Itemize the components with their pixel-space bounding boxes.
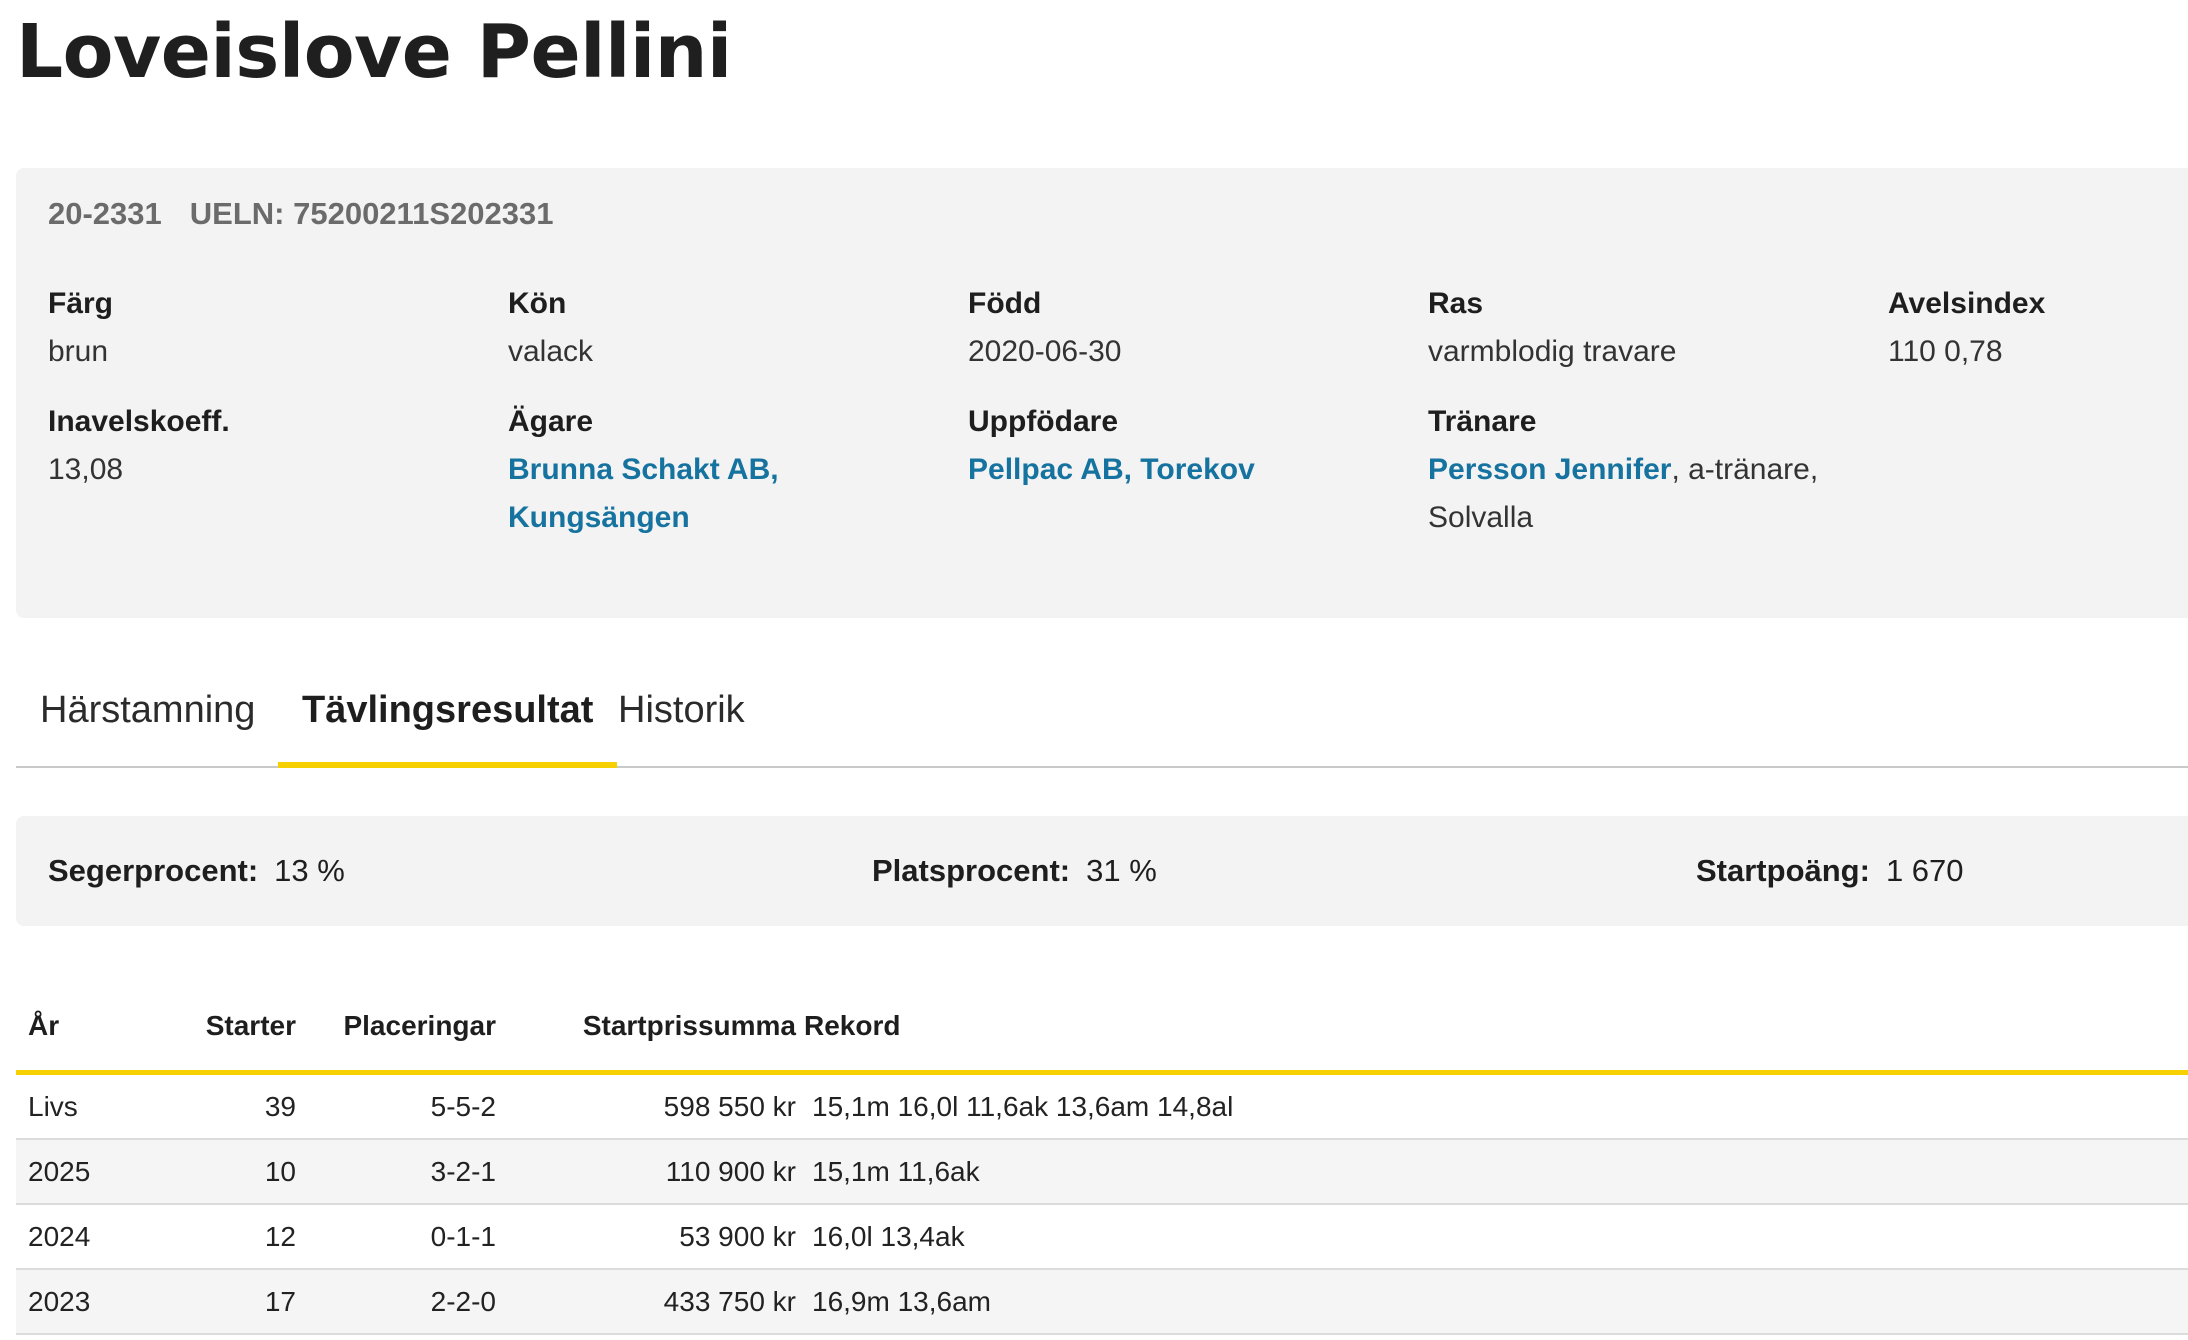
- trainer-link[interactable]: Persson Jennifer: [1428, 453, 1671, 486]
- header-places[interactable]: Placeringar: [316, 998, 496, 1054]
- field-value: brun: [48, 335, 109, 368]
- header-year[interactable]: År: [28, 998, 59, 1054]
- stat-value: 1 670: [1885, 853, 1964, 888]
- cell-prize: 598 550 kr: [663, 1091, 796, 1122]
- table-row: 2023 17 2-2-0 433 750 kr 16,9m 13,6am: [16, 1270, 2188, 1335]
- stat-label: Platsprocent:: [872, 853, 1071, 888]
- owner-name-link[interactable]: Brunna Schakt AB,: [508, 453, 779, 486]
- field-value: valack: [508, 335, 594, 368]
- cell-year: 2025: [28, 1156, 91, 1187]
- cell-record: 15,1m 11,6ak: [812, 1156, 980, 1187]
- cell-record: 16,9m 13,6am: [812, 1286, 991, 1317]
- field-value: varmblodig travare: [1428, 335, 1677, 368]
- cell-starts: 17: [264, 1286, 296, 1317]
- cell-prize: 110 900 kr: [665, 1156, 796, 1187]
- trainer-location: Solvalla: [1428, 501, 1534, 534]
- field-tranare: Tränare Persson Jennifer, a-tränare, Sol…: [1428, 398, 1848, 542]
- field-value: 110 0,78: [1888, 335, 2003, 368]
- cell-record: 16,0l 13,4ak: [812, 1221, 965, 1252]
- stat-label: Segerprocent:: [48, 853, 259, 888]
- field-label: Färg: [48, 287, 114, 320]
- results-tabs: Härstamning Tävlingsresultat Historik: [16, 672, 2188, 768]
- cell-places: 2-2-0: [430, 1286, 496, 1317]
- cell-starts: 12: [264, 1221, 296, 1252]
- ueln-number: UELN: 75200211S202331: [189, 196, 554, 231]
- tab-harstamning[interactable]: Härstamning: [16, 672, 279, 764]
- cell-year: 2023: [28, 1286, 91, 1317]
- trainer-role: , a-tränare,: [1671, 453, 1819, 486]
- table-header: År Starter Placeringar Startprissumma Re…: [16, 998, 2188, 1075]
- horse-ids: 20-2331 UELN: 75200211S202331: [48, 196, 553, 232]
- tab-tavlingsresultat[interactable]: Tävlingsresultat: [278, 672, 618, 768]
- cell-prize: 53 900 kr: [679, 1221, 796, 1252]
- field-label: Tränare: [1428, 405, 1537, 438]
- tab-historik[interactable]: Historik: [594, 672, 769, 764]
- cell-year: 2024: [28, 1221, 91, 1252]
- field-label: Inavelskoeff.: [48, 405, 230, 438]
- owner-location-link[interactable]: Kungsängen: [508, 501, 690, 534]
- field-fodd: Född 2020-06-30: [968, 280, 1388, 376]
- stats-summary-card: Segerprocent: 13 % Platsprocent: 31 % Star…: [16, 816, 2188, 926]
- stat-platsprocent: Platsprocent: 31 %: [872, 816, 1157, 926]
- cell-year: Livs: [28, 1091, 78, 1122]
- cell-starts: 10: [264, 1156, 296, 1187]
- owner-link[interactable]: Brunna Schakt AB, Kungsängen: [508, 446, 928, 542]
- table-row: Livs 39 5-5-2 598 550 kr 15,1m 16,0l 11,…: [16, 1075, 2188, 1140]
- registration-number: 20-2331: [48, 196, 162, 231]
- cell-places: 3-2-1: [430, 1156, 496, 1187]
- results-table: År Starter Placeringar Startprissumma Re…: [16, 998, 2188, 1335]
- horse-info-card: 20-2331 UELN: 75200211S202331 Färg brun K…: [16, 168, 2188, 618]
- breeder-link[interactable]: Pellpac AB, Torekov: [968, 453, 1255, 486]
- field-uppfodare: Uppfödare Pellpac AB, Torekov: [968, 398, 1388, 494]
- field-label: Kön: [508, 287, 567, 320]
- cell-record: 15,1m 16,0l 11,6ak 13,6am 14,8al: [812, 1091, 1234, 1122]
- field-farg: Färg brun: [48, 280, 468, 376]
- field-label: Född: [968, 287, 1042, 320]
- stat-label: Startpoäng:: [1696, 853, 1870, 888]
- field-label: Ras: [1428, 287, 1484, 320]
- field-label: Avelsindex: [1888, 287, 2046, 320]
- cell-places: 5-5-2: [430, 1091, 496, 1122]
- stat-value: 31 %: [1086, 853, 1157, 888]
- cell-prize: 433 750 kr: [663, 1286, 796, 1317]
- field-kon: Kön valack: [508, 280, 928, 376]
- stat-segerprocent: Segerprocent: 13 %: [48, 816, 345, 926]
- table-row: 2024 12 0-1-1 53 900 kr 16,0l 13,4ak: [16, 1205, 2188, 1270]
- field-value: 13,08: [48, 453, 124, 486]
- horse-name-title: Loveislove Pellini: [16, 9, 732, 95]
- field-avelsindex: Avelsindex 110 0,78: [1888, 280, 2188, 376]
- stat-startpoang: Startpoäng: 1 670: [1696, 816, 1964, 926]
- stat-value: 13 %: [274, 853, 345, 888]
- field-agare: Ägare Brunna Schakt AB, Kungsängen: [508, 398, 928, 542]
- field-label: Ägare: [508, 405, 594, 438]
- field-ras: Ras varmblodig travare: [1428, 280, 1848, 376]
- header-prize[interactable]: Startprissumma: [536, 998, 796, 1054]
- cell-places: 0-1-1: [430, 1221, 496, 1252]
- header-starts[interactable]: Starter: [186, 998, 296, 1054]
- header-record[interactable]: Rekord: [804, 998, 900, 1054]
- table-row: 2025 10 3-2-1 110 900 kr 15,1m 11,6ak: [16, 1140, 2188, 1205]
- field-label: Uppfödare: [968, 405, 1118, 438]
- field-inavelskoeff: Inavelskoeff. 13,08: [48, 398, 468, 494]
- cell-starts: 39: [264, 1091, 296, 1122]
- field-value: 2020-06-30: [968, 335, 1122, 368]
